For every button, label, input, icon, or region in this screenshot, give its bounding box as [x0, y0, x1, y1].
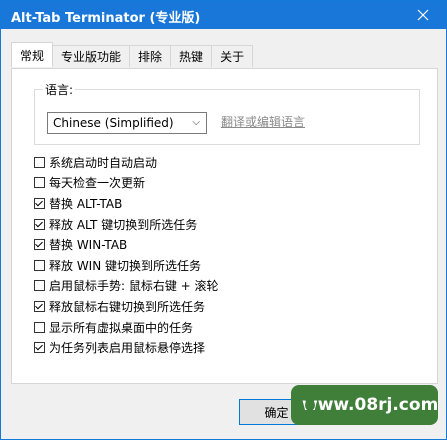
option-replace-alt-tab[interactable]: 替换 ALT-TAB	[34, 193, 219, 214]
option-label: 释放 WIN 键切换到所选任务	[49, 258, 202, 273]
checkbox[interactable]	[34, 156, 45, 168]
option-label: 释放 ALT 键切换到所选任务	[49, 217, 198, 232]
tab-strip: 常规 专业版功能 排除 热键 关于	[11, 42, 254, 69]
chevron-down-icon: ⌵	[192, 117, 200, 128]
translate-language-link[interactable]: 翻译或编辑语言	[221, 113, 305, 130]
option-release-win[interactable]: 释放 WIN 键切换到所选任务	[34, 255, 219, 276]
language-select[interactable]: Chinese (Simplified) ⌵	[47, 112, 207, 134]
tab-about[interactable]: 关于	[211, 45, 254, 67]
option-label: 释放鼠标右键切换到所选任务	[49, 299, 206, 314]
option-label: 每天检查一次更新	[49, 176, 146, 191]
tab-general[interactable]: 常规	[11, 42, 54, 67]
option-daily-update-check[interactable]: 每天检查一次更新	[34, 173, 219, 194]
checkbox[interactable]	[34, 259, 45, 271]
watermark-text: www.08rj.com	[302, 395, 439, 415]
option-label: 显示所有虚拟桌面中的任务	[49, 320, 194, 335]
checkbox[interactable]	[34, 239, 45, 251]
option-replace-win-tab[interactable]: 替换 WIN-TAB	[34, 234, 219, 255]
checkbox[interactable]	[34, 321, 45, 333]
checkbox[interactable]	[34, 218, 45, 230]
option-release-right-mouse[interactable]: 释放鼠标右键切换到所选任务	[34, 296, 219, 317]
option-mouse-gesture[interactable]: 启用鼠标手势: 鼠标右键 + 滚轮	[34, 276, 219, 297]
tab-hotkeys[interactable]: 热键	[170, 45, 213, 67]
option-label: 启用鼠标手势: 鼠标右键 + 滚轮	[49, 279, 219, 294]
option-label: 替换 WIN-TAB	[49, 238, 128, 253]
checkbox[interactable]	[34, 177, 45, 189]
watermark-badge: www.08rj.com	[291, 385, 438, 425]
app-window: Alt-Tab Terminator (专业版) 常规 专业版功能 排除 热键 …	[0, 0, 447, 440]
close-icon	[417, 9, 429, 21]
window-title: Alt-Tab Terminator (专业版)	[11, 11, 201, 26]
option-all-virtual-desktops[interactable]: 显示所有虚拟桌面中的任务	[34, 317, 219, 338]
options-list: 系统启动时自动启动 每天检查一次更新 替换 ALT-TAB 释放 ALT 键切换…	[34, 152, 219, 358]
option-label: 系统启动时自动启动	[49, 155, 158, 170]
option-hover-select[interactable]: 为任务列表启用鼠标悬停选择	[34, 337, 219, 358]
checkbox[interactable]	[34, 342, 45, 354]
option-release-alt[interactable]: 释放 ALT 键切换到所选任务	[34, 214, 219, 235]
option-autostart[interactable]: 系统启动时自动启动	[34, 152, 219, 173]
checkbox[interactable]	[34, 300, 45, 312]
checkbox[interactable]	[34, 280, 45, 292]
tab-pro-features[interactable]: 专业版功能	[52, 45, 131, 67]
title-bar: Alt-Tab Terminator (专业版)	[1, 1, 446, 29]
language-select-value: Chinese (Simplified)	[53, 116, 174, 130]
tab-exclusions[interactable]: 排除	[129, 45, 172, 67]
option-label: 为任务列表启用鼠标悬停选择	[49, 341, 206, 356]
checkbox[interactable]	[34, 197, 45, 209]
option-label: 替换 ALT-TAB	[49, 196, 123, 211]
close-button[interactable]	[400, 1, 446, 29]
language-group-label: 语言:	[43, 81, 76, 98]
